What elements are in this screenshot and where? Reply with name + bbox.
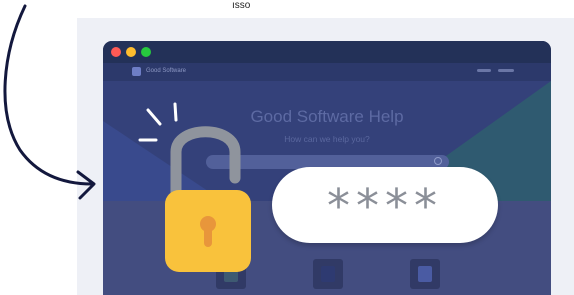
lock-shackle — [170, 126, 241, 206]
keyhole-slot — [204, 225, 212, 247]
sparkle-lines — [138, 102, 178, 142]
password-mask: **** — [327, 179, 443, 233]
unlocked-padlock-icon — [138, 102, 251, 272]
password-field[interactable]: **** — [272, 167, 498, 243]
